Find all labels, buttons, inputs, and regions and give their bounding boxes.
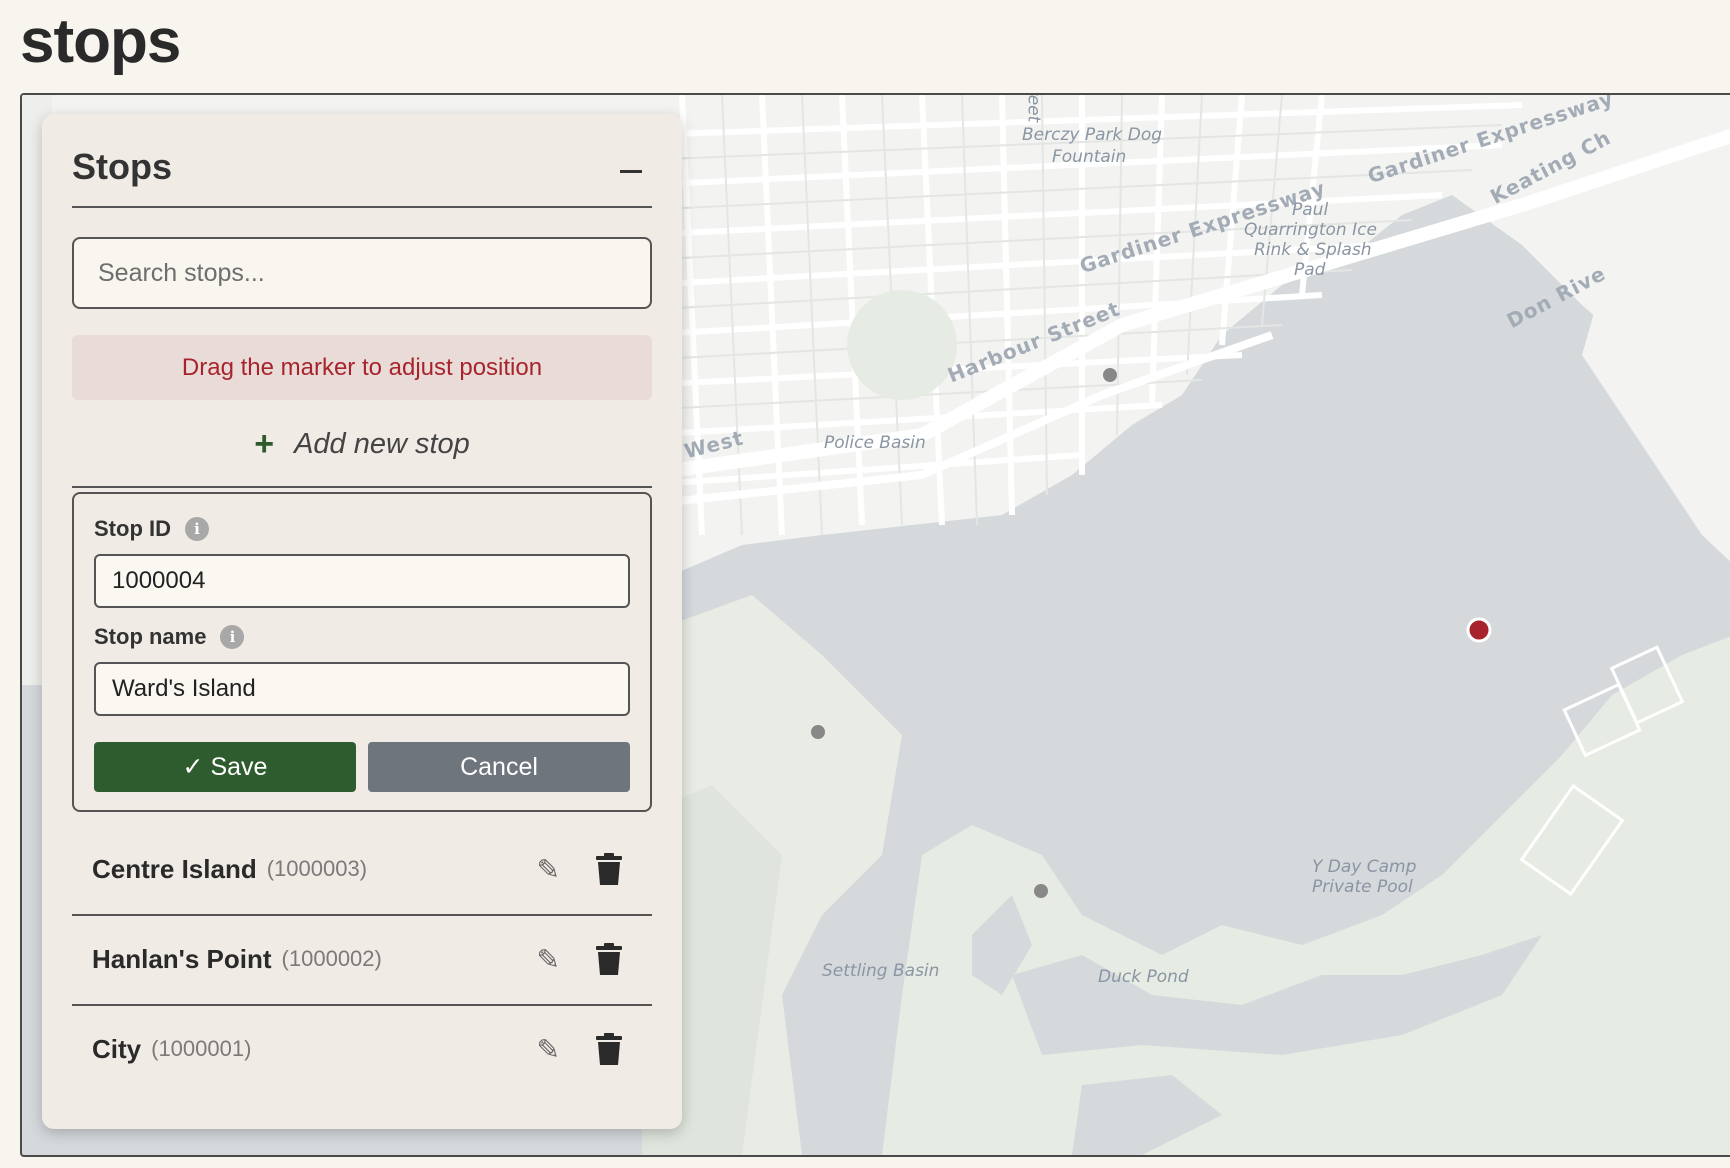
stop-list-item[interactable]: Hanlan's Point (1000002) ✎ — [72, 914, 652, 1006]
stop-id: (1000002) — [281, 946, 382, 971]
map-label-yday-1: Y Day Camp — [1312, 857, 1417, 877]
stop-name-label: Stop name i — [94, 624, 245, 650]
trash-icon[interactable] — [596, 853, 622, 885]
stop-marker-hanlans — [811, 725, 825, 739]
row-actions: ✎ — [537, 824, 622, 914]
stop-marker-city — [1103, 368, 1117, 382]
stop-name-field[interactable] — [94, 662, 630, 716]
map-label-police-basin: Police Basin — [824, 433, 926, 453]
info-icon[interactable]: i — [220, 625, 245, 649]
stop-id: (1000001) — [151, 1036, 252, 1061]
map-label-berczy: Berczy Park Dog — [1022, 125, 1163, 145]
stop-id-field[interactable] — [94, 554, 630, 608]
collapse-button[interactable] — [618, 154, 644, 184]
stop-list-item[interactable]: Centre Island (1000003) ✎ — [72, 824, 652, 916]
map-label-street: reet — [1023, 93, 1044, 123]
stop-list-item[interactable]: City (1000001) ✎ — [72, 1004, 652, 1094]
map-label-paul-1: Paul — [1292, 200, 1329, 220]
save-button[interactable]: ✓ Save — [94, 742, 356, 792]
divider — [72, 486, 652, 488]
stop-name-label-text: Stop name — [94, 624, 207, 649]
plus-icon: + — [254, 425, 275, 463]
add-stop-label: Add new stop — [294, 427, 470, 460]
island-west — [882, 636, 1730, 1155]
edit-pencil-icon[interactable]: ✎ — [537, 853, 560, 886]
drag-hint-banner: Drag the marker to adjust position — [72, 335, 652, 400]
row-actions: ✎ — [537, 1004, 622, 1094]
stop-name: Centre Island — [92, 853, 257, 884]
search-input[interactable] — [72, 237, 652, 309]
map-label-paul-3: Rink & Splash — [1254, 240, 1372, 260]
panel-title: Stops — [72, 146, 173, 187]
page-title: stops — [20, 7, 181, 76]
map-label-paul-2: Quarrington Ice — [1244, 220, 1377, 240]
stop-marker-centre — [1034, 884, 1048, 898]
stop-name: Hanlan's Point — [92, 943, 272, 974]
map-label-paul-4: Pad — [1294, 260, 1326, 280]
stop-name: City — [92, 1033, 142, 1064]
stops-panel: Stops Drag the marker to adjust position… — [42, 114, 682, 1129]
trash-icon[interactable] — [596, 1033, 622, 1065]
add-stop-button[interactable]: + Add new stop — [72, 414, 652, 474]
map-label-yday-2: Private Pool — [1312, 877, 1413, 897]
edit-stop-form: Stop ID i Stop name i ✓ Save Cancel — [72, 492, 652, 812]
park — [847, 290, 957, 400]
stop-id-label: Stop ID i — [94, 516, 209, 542]
edit-pencil-icon[interactable]: ✎ — [537, 1033, 560, 1066]
map-label-settling-basin: Settling Basin — [822, 961, 940, 981]
panel-header: Stops — [72, 144, 652, 208]
row-actions: ✎ — [537, 914, 622, 1004]
trash-icon[interactable] — [596, 943, 622, 975]
stop-id: (1000003) — [266, 856, 368, 881]
info-icon[interactable]: i — [185, 517, 209, 541]
edit-pencil-icon[interactable]: ✎ — [537, 943, 560, 976]
map-label-berczy-2: Fountain — [1052, 147, 1127, 167]
cancel-button[interactable]: Cancel — [368, 742, 630, 792]
stop-id-label-text: Stop ID — [94, 516, 171, 541]
stop-marker-wards-active — [1466, 617, 1492, 643]
map-label-duck-pond: Duck Pond — [1098, 967, 1189, 987]
